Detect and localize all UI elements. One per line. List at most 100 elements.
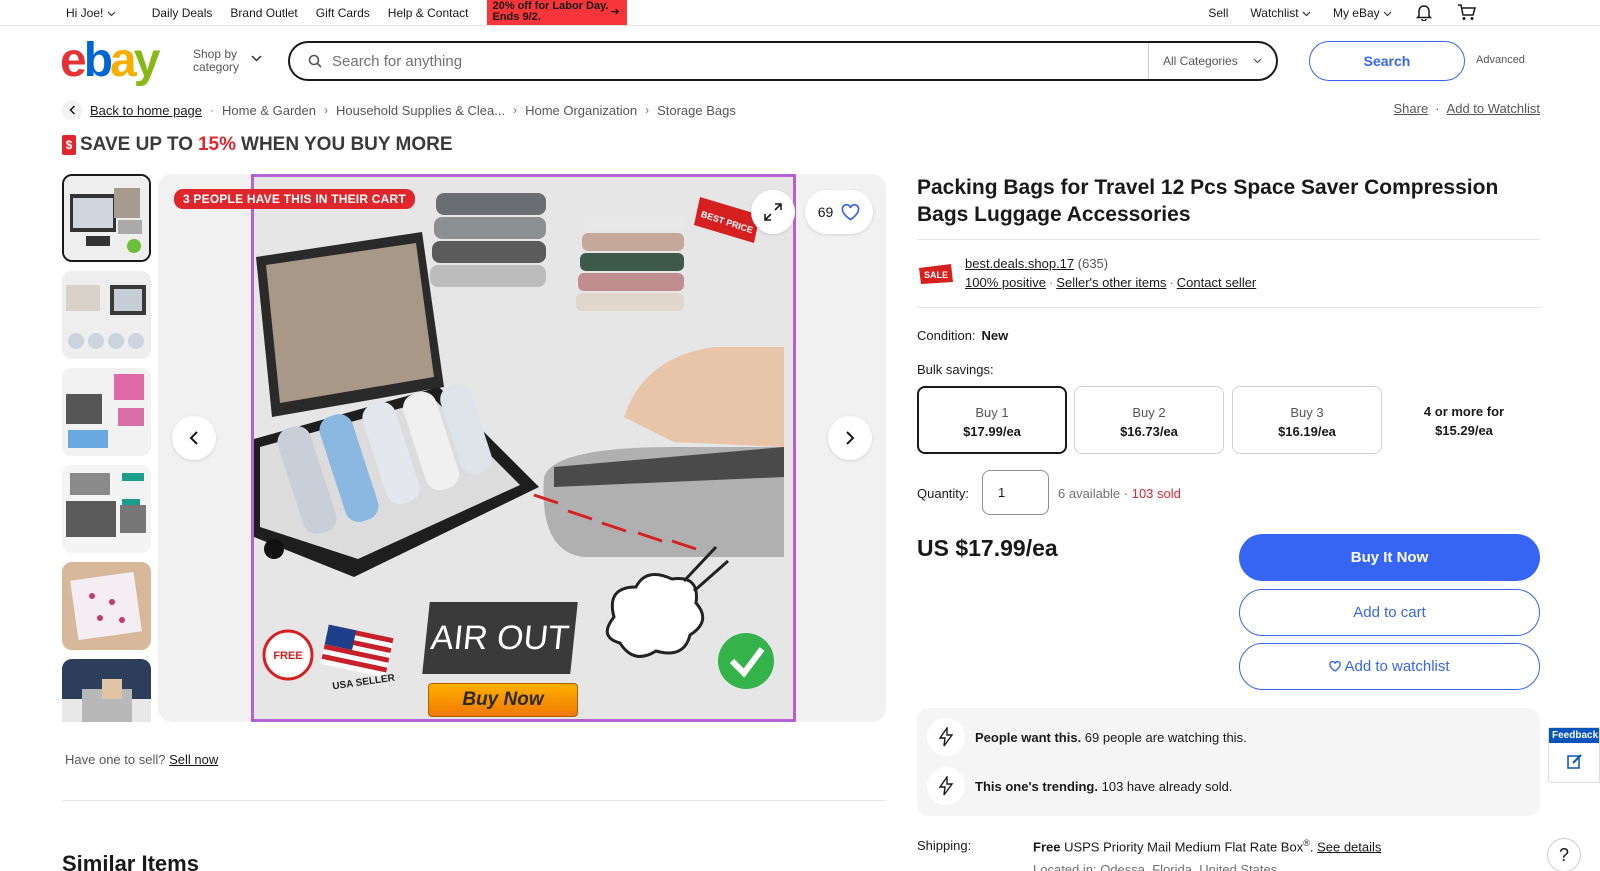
back-arrow-icon[interactable] bbox=[62, 100, 82, 120]
quantity-input[interactable]: 1 bbox=[982, 470, 1049, 515]
seller-name-link[interactable]: best.deals.shop.17 bbox=[965, 256, 1074, 271]
ebay-logo[interactable]: ebay bbox=[60, 36, 160, 86]
cart-count-badge: 3 PEOPLE HAVE THIS IN THEIR CART bbox=[174, 189, 415, 209]
buy-it-now-button[interactable]: Buy It Now bbox=[1239, 534, 1540, 581]
shipping-info: Free USPS Priority Mail Medium Flat Rate… bbox=[1033, 838, 1382, 855]
chevron-right-icon: › bbox=[323, 103, 328, 117]
product-price: US $17.99/ea bbox=[917, 535, 1058, 561]
search-bar: All Categories bbox=[288, 41, 1278, 81]
watch-count-button[interactable]: 69 bbox=[805, 190, 873, 234]
heart-icon bbox=[841, 203, 860, 221]
feedback-tab[interactable]: Feedback bbox=[1548, 727, 1600, 783]
add-to-watchlist-button[interactable]: Add to watchlist bbox=[1239, 643, 1540, 690]
share-watch-links: Share · Add to Watchlist bbox=[1394, 101, 1541, 116]
see-details-link[interactable]: See details bbox=[1317, 839, 1381, 854]
chevron-right-icon: › bbox=[645, 103, 650, 117]
greeting-menu[interactable]: Hi Joe! bbox=[66, 6, 116, 20]
bulk-option-4[interactable]: 4 or more for $15.29/ea bbox=[1389, 386, 1539, 454]
thumbnail-5[interactable] bbox=[62, 562, 151, 650]
breadcrumb-item[interactable]: Storage Bags bbox=[657, 103, 736, 118]
signals-box: People want this. 69 people are watching… bbox=[917, 708, 1540, 816]
help-contact-link[interactable]: Help & Contact bbox=[388, 6, 469, 20]
thumbnail-4[interactable] bbox=[62, 465, 151, 553]
seller-other-items-link[interactable]: Seller's other items bbox=[1056, 275, 1166, 290]
product-title: Packing Bags for Travel 12 Pcs Space Sav… bbox=[917, 176, 1499, 226]
have-one-to-sell: Have one to sell? Sell now bbox=[65, 752, 219, 767]
promo-banner[interactable]: 20% off for Labor Day. Ends 9/2. ➔ bbox=[486, 0, 627, 25]
bell-icon[interactable] bbox=[1414, 3, 1434, 23]
condition: Condition: New bbox=[917, 328, 1009, 343]
chevron-down-icon bbox=[107, 11, 116, 16]
buy-now-graphic: Buy Now bbox=[428, 683, 578, 717]
back-to-home-link[interactable]: Back to home page bbox=[90, 103, 202, 118]
signal-trending: This one's trending. 103 have already so… bbox=[927, 767, 1232, 805]
product-photo[interactable]: FREE USA SELLER BEST PRICE AIR OUT Buy N… bbox=[251, 174, 796, 722]
main-product-image: FREE USA SELLER BEST PRICE AIR OUT Buy N… bbox=[158, 174, 886, 722]
share-link[interactable]: Share bbox=[1394, 101, 1429, 116]
advanced-search-link[interactable]: Advanced bbox=[1476, 54, 1525, 66]
search-button[interactable]: Search bbox=[1309, 41, 1465, 81]
thumbnail-3[interactable] bbox=[62, 368, 151, 456]
divider bbox=[917, 239, 1540, 240]
bulk-option-1[interactable]: Buy 1 $17.99/ea bbox=[917, 386, 1067, 454]
seller-logo: SALE bbox=[919, 264, 953, 284]
signal-watching: People want this. 69 people are watching… bbox=[927, 718, 1247, 756]
chevron-right-icon: › bbox=[513, 103, 518, 117]
breadcrumb-item[interactable]: Home & Garden bbox=[222, 103, 316, 118]
chevron-down-icon bbox=[1383, 11, 1392, 16]
seller-name: best.deals.shop.17 (635) bbox=[965, 256, 1109, 271]
help-button[interactable]: ? bbox=[1547, 838, 1581, 871]
thumbnail-2[interactable] bbox=[62, 271, 151, 359]
lightning-icon bbox=[927, 718, 965, 756]
expand-icon[interactable] bbox=[751, 190, 795, 234]
my-ebay-menu[interactable]: My eBay bbox=[1333, 6, 1392, 20]
breadcrumb-item[interactable]: Household Supplies & Clea... bbox=[336, 103, 505, 118]
breadcrumb: Back to home page · Home & Garden › Hous… bbox=[62, 100, 736, 120]
gift-cards-link[interactable]: Gift Cards bbox=[316, 6, 370, 20]
separator-dot: · bbox=[210, 103, 215, 117]
lightning-icon bbox=[927, 767, 965, 805]
seller-positive-link[interactable]: 100% positive bbox=[965, 275, 1046, 290]
breadcrumb-item[interactable]: Home Organization bbox=[525, 103, 637, 118]
shop-by-category-button[interactable]: Shop by category bbox=[193, 48, 249, 74]
heart-icon bbox=[1329, 661, 1342, 672]
quantity-label: Quantity: bbox=[917, 486, 970, 501]
shipping-label: Shipping: bbox=[917, 838, 972, 853]
add-to-watchlist-link[interactable]: Add to Watchlist bbox=[1447, 101, 1540, 116]
bulk-option-3[interactable]: Buy 3 $16.19/ea bbox=[1232, 386, 1382, 454]
separator-dot: · bbox=[1435, 101, 1440, 116]
category-select[interactable]: All Categories bbox=[1148, 43, 1276, 79]
free-shipping-stamp: FREE bbox=[273, 650, 302, 662]
availability: 6 available · 103 sold bbox=[1058, 486, 1181, 501]
cart-icon[interactable] bbox=[1456, 3, 1476, 23]
edit-icon bbox=[1567, 754, 1582, 769]
dollar-tag-icon: $ bbox=[62, 135, 76, 155]
search-input[interactable] bbox=[332, 52, 1122, 70]
divider bbox=[917, 307, 1540, 308]
thumbnail-strip bbox=[62, 174, 151, 722]
seller-links: 100% positive · Seller's other items · Conta… bbox=[965, 275, 1257, 290]
air-out-label: AIR OUT bbox=[422, 602, 578, 674]
bulk-option-2[interactable]: Buy 2 $16.73/ea bbox=[1074, 386, 1224, 454]
next-image-button[interactable] bbox=[828, 416, 872, 460]
thumbnail-6[interactable] bbox=[62, 659, 151, 722]
daily-deals-link[interactable]: Daily Deals bbox=[152, 6, 213, 20]
bulk-savings-label: Bulk savings: bbox=[917, 362, 994, 377]
sell-now-link[interactable]: Sell now bbox=[169, 752, 218, 767]
watchlist-menu[interactable]: Watchlist bbox=[1250, 6, 1311, 20]
thumbnail-1[interactable] bbox=[62, 174, 151, 262]
contact-seller-link[interactable]: Contact seller bbox=[1177, 275, 1256, 290]
item-location: Located in: Odessa, Florida, United Stat… bbox=[1033, 862, 1278, 871]
arrow-right-icon: ➔ bbox=[610, 5, 620, 18]
divider bbox=[62, 800, 886, 801]
similar-items-heading: Similar Items bbox=[62, 851, 199, 871]
prev-image-button[interactable] bbox=[172, 416, 216, 460]
top-nav: Hi Joe! Daily Deals Brand Outlet Gift Ca… bbox=[0, 0, 1600, 26]
sell-link[interactable]: Sell bbox=[1208, 6, 1228, 20]
brand-outlet-link[interactable]: Brand Outlet bbox=[230, 6, 297, 20]
add-to-cart-button[interactable]: Add to cart bbox=[1239, 589, 1540, 636]
chevron-down-icon bbox=[1302, 11, 1311, 16]
chevron-right-icon bbox=[846, 431, 855, 445]
chevron-left-icon bbox=[189, 431, 198, 445]
save-banner: $ SAVE UP TO 15% WHEN YOU BUY MORE bbox=[62, 134, 453, 156]
